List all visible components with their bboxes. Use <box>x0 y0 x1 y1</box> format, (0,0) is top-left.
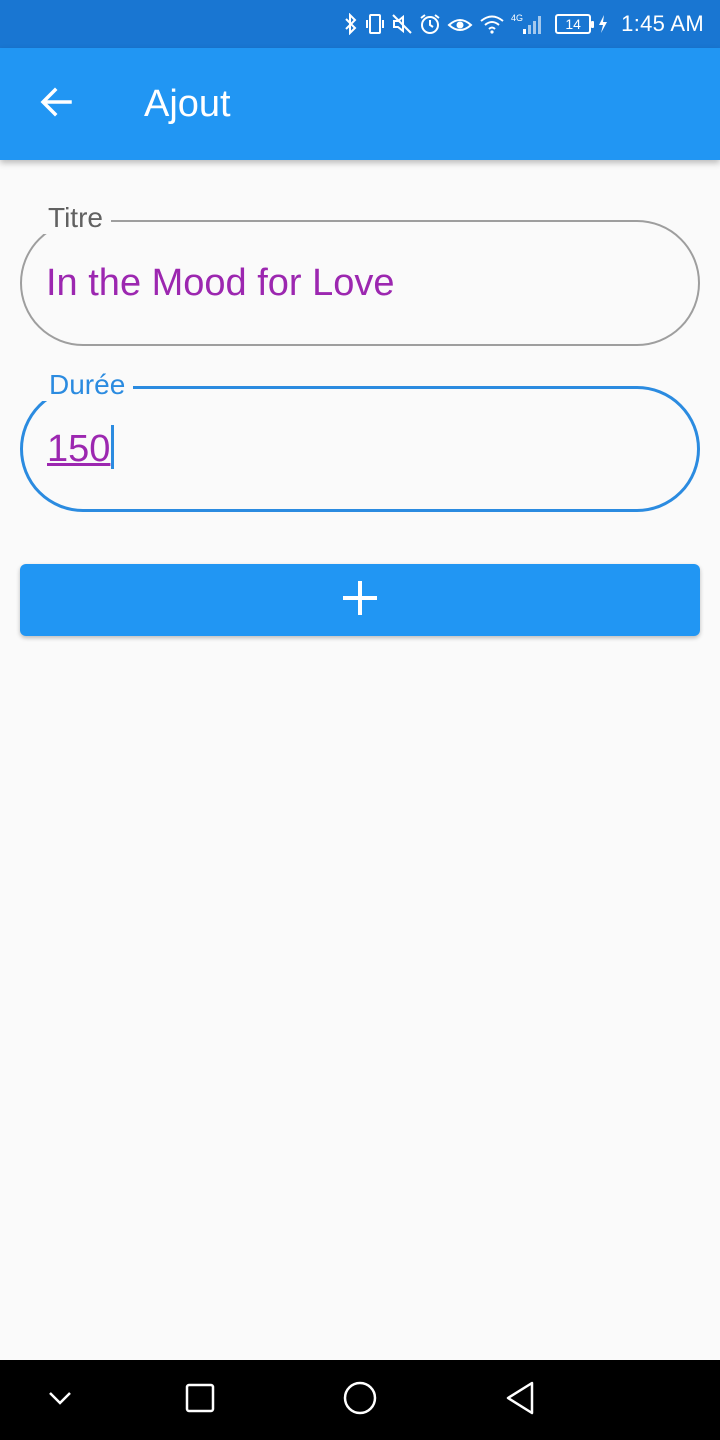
duree-label: Durée <box>41 369 134 401</box>
add-button[interactable] <box>20 564 700 636</box>
titre-label: Titre <box>40 202 111 234</box>
chevron-down-icon <box>46 1384 74 1417</box>
nav-home-button[interactable] <box>320 1360 400 1440</box>
status-bar: 4G 14 1:45 AM <box>0 0 720 48</box>
nav-hide-button[interactable] <box>20 1360 100 1440</box>
mute-icon <box>391 10 413 38</box>
back-button[interactable] <box>20 78 92 130</box>
duree-value: 150 <box>47 428 111 470</box>
nav-back-button[interactable] <box>480 1360 560 1440</box>
back-icon <box>503 1380 537 1421</box>
duree-field[interactable]: Durée 150 <box>20 369 700 512</box>
titre-field[interactable]: Titre In the Mood for Love <box>20 202 700 346</box>
nav-recents-button[interactable] <box>160 1360 240 1440</box>
navigation-bar <box>0 1360 720 1440</box>
wifi-icon <box>479 10 505 38</box>
vibrate-icon <box>365 10 385 38</box>
duree-input[interactable]: 150 <box>47 425 667 472</box>
arrow-back-icon <box>38 84 74 125</box>
bluetooth-icon <box>343 10 359 38</box>
status-time: 1:45 AM <box>621 11 704 36</box>
text-cursor <box>111 425 115 469</box>
page-title: Ajout <box>144 83 231 125</box>
home-icon <box>342 1380 378 1421</box>
battery-level: 14 <box>565 16 581 32</box>
charging-icon <box>597 10 609 38</box>
plus-icon <box>340 578 380 623</box>
alarm-icon <box>419 10 441 38</box>
status-icons: 4G 14 1:45 AM <box>343 10 704 38</box>
eye-comfort-icon <box>447 10 473 38</box>
signal-icon: 4G <box>511 10 545 38</box>
recent-apps-icon <box>184 1382 216 1419</box>
titre-input[interactable]: In the Mood for Love <box>46 260 666 306</box>
battery-icon: 14 <box>555 14 595 34</box>
app-bar: Ajout <box>0 48 720 160</box>
svg-text:4G: 4G <box>511 13 523 23</box>
